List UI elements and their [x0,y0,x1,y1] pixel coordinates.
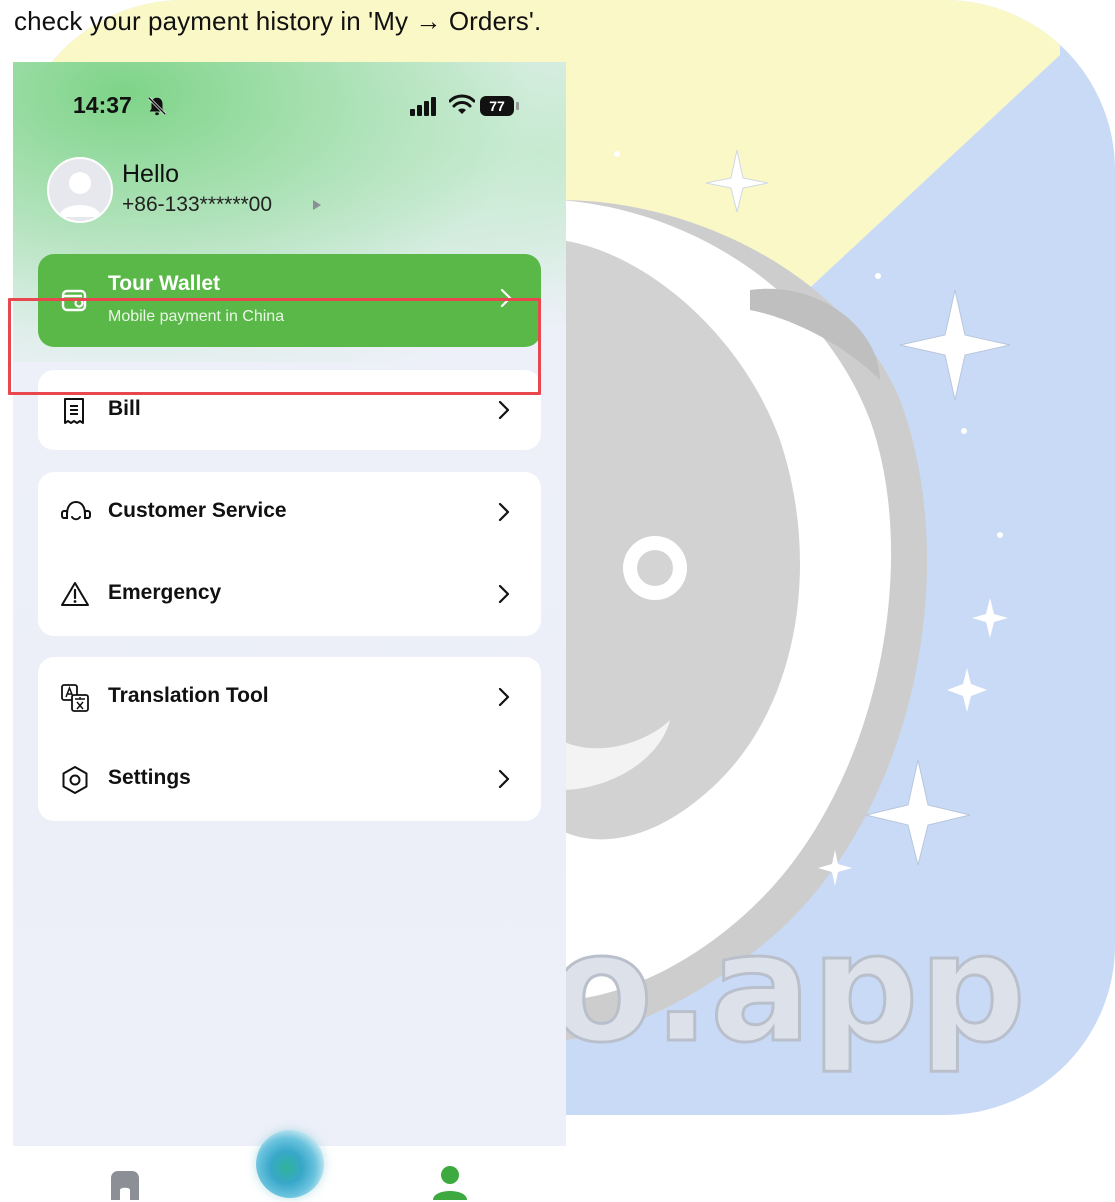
support-card: Customer Service Emergency [38,472,541,636]
avatar-person-icon [59,172,101,217]
wallet-title: Tour Wallet [108,272,220,295]
bell-muted-icon [147,96,167,116]
menu-item-label: Translation Tool [108,684,269,707]
phone-number: +86-133******00 [122,193,273,216]
home-icon[interactable] [108,1168,142,1200]
wifi-icon [449,94,475,114]
play-arrow-icon[interactable] [312,199,322,211]
chevron-right-icon [498,687,510,707]
menu-item-label: Customer Service [108,499,287,522]
battery-icon: 77 [480,96,514,116]
instruction-caption: check your payment history in 'My → Orde… [14,6,542,36]
menu-item-emergency[interactable]: Emergency [38,554,541,634]
phone-screen: 14:37 77 Hello +86-133******00 Tour Wall… [13,62,566,1202]
chevron-right-icon [498,502,510,522]
translate-icon [61,684,89,712]
headset-icon [61,500,91,521]
chevron-right-icon [498,769,510,789]
profile-icon[interactable] [431,1164,469,1200]
watermark-text: o.app [550,902,1026,1076]
tools-card: Translation Tool Settings [38,657,541,821]
battery-tip [516,102,519,110]
signal-icon [410,97,436,116]
menu-item-translation-tool[interactable]: Translation Tool [38,657,541,737]
greeting-text: Hello [122,160,179,188]
menu-item-label: Emergency [108,581,222,604]
warning-icon [61,582,89,606]
menu-item-label: Bill [108,397,141,420]
menu-item-label: Settings [108,766,191,789]
avatar[interactable] [47,157,113,223]
settings-icon [62,766,88,794]
bottom-nav [13,1130,566,1202]
ai-assistant-icon[interactable] [256,1130,324,1198]
menu-item-settings[interactable]: Settings [38,739,541,819]
highlight-box [8,298,541,395]
menu-item-customer-service[interactable]: Customer Service [38,472,541,552]
status-bar: 14:37 77 [13,62,566,152]
receipt-icon [64,398,84,424]
status-time: 14:37 [73,92,132,118]
chevron-right-icon [498,400,510,420]
chevron-right-icon [498,584,510,604]
